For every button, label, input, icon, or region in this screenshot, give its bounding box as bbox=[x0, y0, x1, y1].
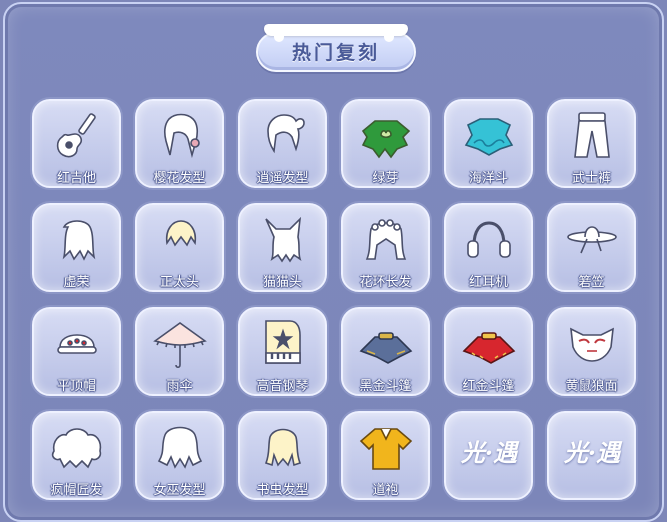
guitar-icon bbox=[48, 109, 106, 163]
flower-crown-hair-icon bbox=[357, 213, 415, 267]
item-label: 高音钢琴 bbox=[256, 379, 309, 394]
item-tile-sakura-hairstyle[interactable]: 樱花发型 bbox=[135, 99, 224, 188]
item-tile-red-gold-cape[interactable]: 红金斗篷 bbox=[444, 307, 533, 396]
item-grid: 红吉他 樱花发型 逍遥发型 绿芽 海洋斗 武士裤 虚荣 正太头 猫猫头 花环长发… bbox=[32, 99, 636, 500]
item-label: 花环长发 bbox=[359, 275, 412, 290]
mad-hatter-hair-icon bbox=[48, 421, 106, 475]
bookworm-hair-icon bbox=[254, 421, 312, 475]
flat-cap-icon bbox=[48, 317, 106, 371]
item-tile-guitar[interactable]: 红吉他 bbox=[32, 99, 121, 188]
cat-ears-hair-icon bbox=[254, 213, 312, 267]
item-tile-taoist-robe[interactable]: 道袍 bbox=[341, 411, 430, 500]
item-tile-black-gold-cape[interactable]: 黑金斗篷 bbox=[341, 307, 430, 396]
item-label: 疯帽匠发 bbox=[50, 483, 103, 498]
item-label: 雨伞 bbox=[166, 379, 193, 394]
carefree-hairstyle-icon bbox=[254, 109, 312, 163]
item-tile-headphones[interactable]: 红耳机 bbox=[444, 203, 533, 292]
item-label: 正太头 bbox=[159, 275, 199, 290]
item-tile-green-sprout[interactable]: 绿芽 bbox=[341, 99, 430, 188]
item-label: 猫猫头 bbox=[262, 275, 302, 290]
red-gold-cape-icon bbox=[460, 317, 518, 371]
section-header: 热门复刻 bbox=[256, 24, 416, 74]
item-tile-cat-ears[interactable]: 猫猫头 bbox=[238, 203, 327, 292]
item-tile-vanity[interactable]: 虚荣 bbox=[32, 203, 121, 292]
item-label: 道袍 bbox=[372, 483, 399, 498]
weasel-mask-icon bbox=[563, 317, 621, 371]
green-sprout-icon bbox=[357, 109, 415, 163]
samurai-pants-icon bbox=[563, 109, 621, 163]
umbrella-icon bbox=[151, 317, 209, 371]
item-tile-witch-hair[interactable]: 女巫发型 bbox=[135, 411, 224, 500]
item-tile-ocean-cape[interactable]: 海洋斗 bbox=[444, 99, 533, 188]
ocean-cape-icon bbox=[460, 109, 518, 163]
item-label: 箬笠 bbox=[578, 275, 605, 290]
headphones-icon bbox=[460, 213, 518, 267]
item-label: 黑金斗篷 bbox=[359, 379, 412, 394]
item-tile-sky-logo[interactable]: 光·遇 bbox=[547, 411, 636, 500]
item-tile-bookworm-hair[interactable]: 书虫发型 bbox=[238, 411, 327, 500]
item-label: 黄鼠狼面 bbox=[565, 379, 618, 394]
item-tile-umbrella[interactable]: 雨伞 bbox=[135, 307, 224, 396]
item-label: 樱花发型 bbox=[153, 171, 206, 186]
item-label: 武士裤 bbox=[571, 171, 611, 186]
item-tile-carefree-hairstyle[interactable]: 逍遥发型 bbox=[238, 99, 327, 188]
item-tile-weasel-mask[interactable]: 黄鼠狼面 bbox=[547, 307, 636, 396]
item-tile-flower-crown[interactable]: 花环长发 bbox=[341, 203, 430, 292]
boy-hair-icon bbox=[151, 213, 209, 267]
item-label: 书虫发型 bbox=[256, 483, 309, 498]
section-title: 热门复刻 bbox=[291, 42, 380, 64]
item-label: 海洋斗 bbox=[468, 171, 508, 186]
item-label: 平顶帽 bbox=[56, 379, 96, 394]
vanity-hair-icon bbox=[48, 213, 106, 267]
sky-logo-icon: 光·遇 bbox=[460, 438, 518, 467]
item-tile-flat-cap[interactable]: 平顶帽 bbox=[32, 307, 121, 396]
piano-icon bbox=[254, 317, 312, 371]
item-tile-piano[interactable]: 高音钢琴 bbox=[238, 307, 327, 396]
item-tile-bamboo-hat[interactable]: 箬笠 bbox=[547, 203, 636, 292]
item-tile-mad-hatter-hair[interactable]: 疯帽匠发 bbox=[32, 411, 121, 500]
witch-hair-icon bbox=[151, 421, 209, 475]
item-label: 红耳机 bbox=[468, 275, 508, 290]
item-tile-samurai-pants[interactable]: 武士裤 bbox=[547, 99, 636, 188]
item-label: 逍遥发型 bbox=[256, 171, 309, 186]
item-label: 绿芽 bbox=[372, 171, 399, 186]
item-label: 虚荣 bbox=[63, 275, 90, 290]
bamboo-hat-icon bbox=[563, 213, 621, 267]
item-tile-boy-hair[interactable]: 正太头 bbox=[135, 203, 224, 292]
item-label: 女巫发型 bbox=[153, 483, 206, 498]
sakura-hairstyle-icon bbox=[151, 109, 209, 163]
taoist-robe-icon bbox=[357, 421, 415, 475]
snow-decoration bbox=[264, 24, 408, 42]
item-label: 红吉他 bbox=[56, 171, 96, 186]
item-tile-sky-logo[interactable]: 光·遇 bbox=[444, 411, 533, 500]
item-label: 红金斗篷 bbox=[462, 379, 515, 394]
black-gold-cape-icon bbox=[357, 317, 415, 371]
sky-logo-icon: 光·遇 bbox=[563, 438, 621, 467]
